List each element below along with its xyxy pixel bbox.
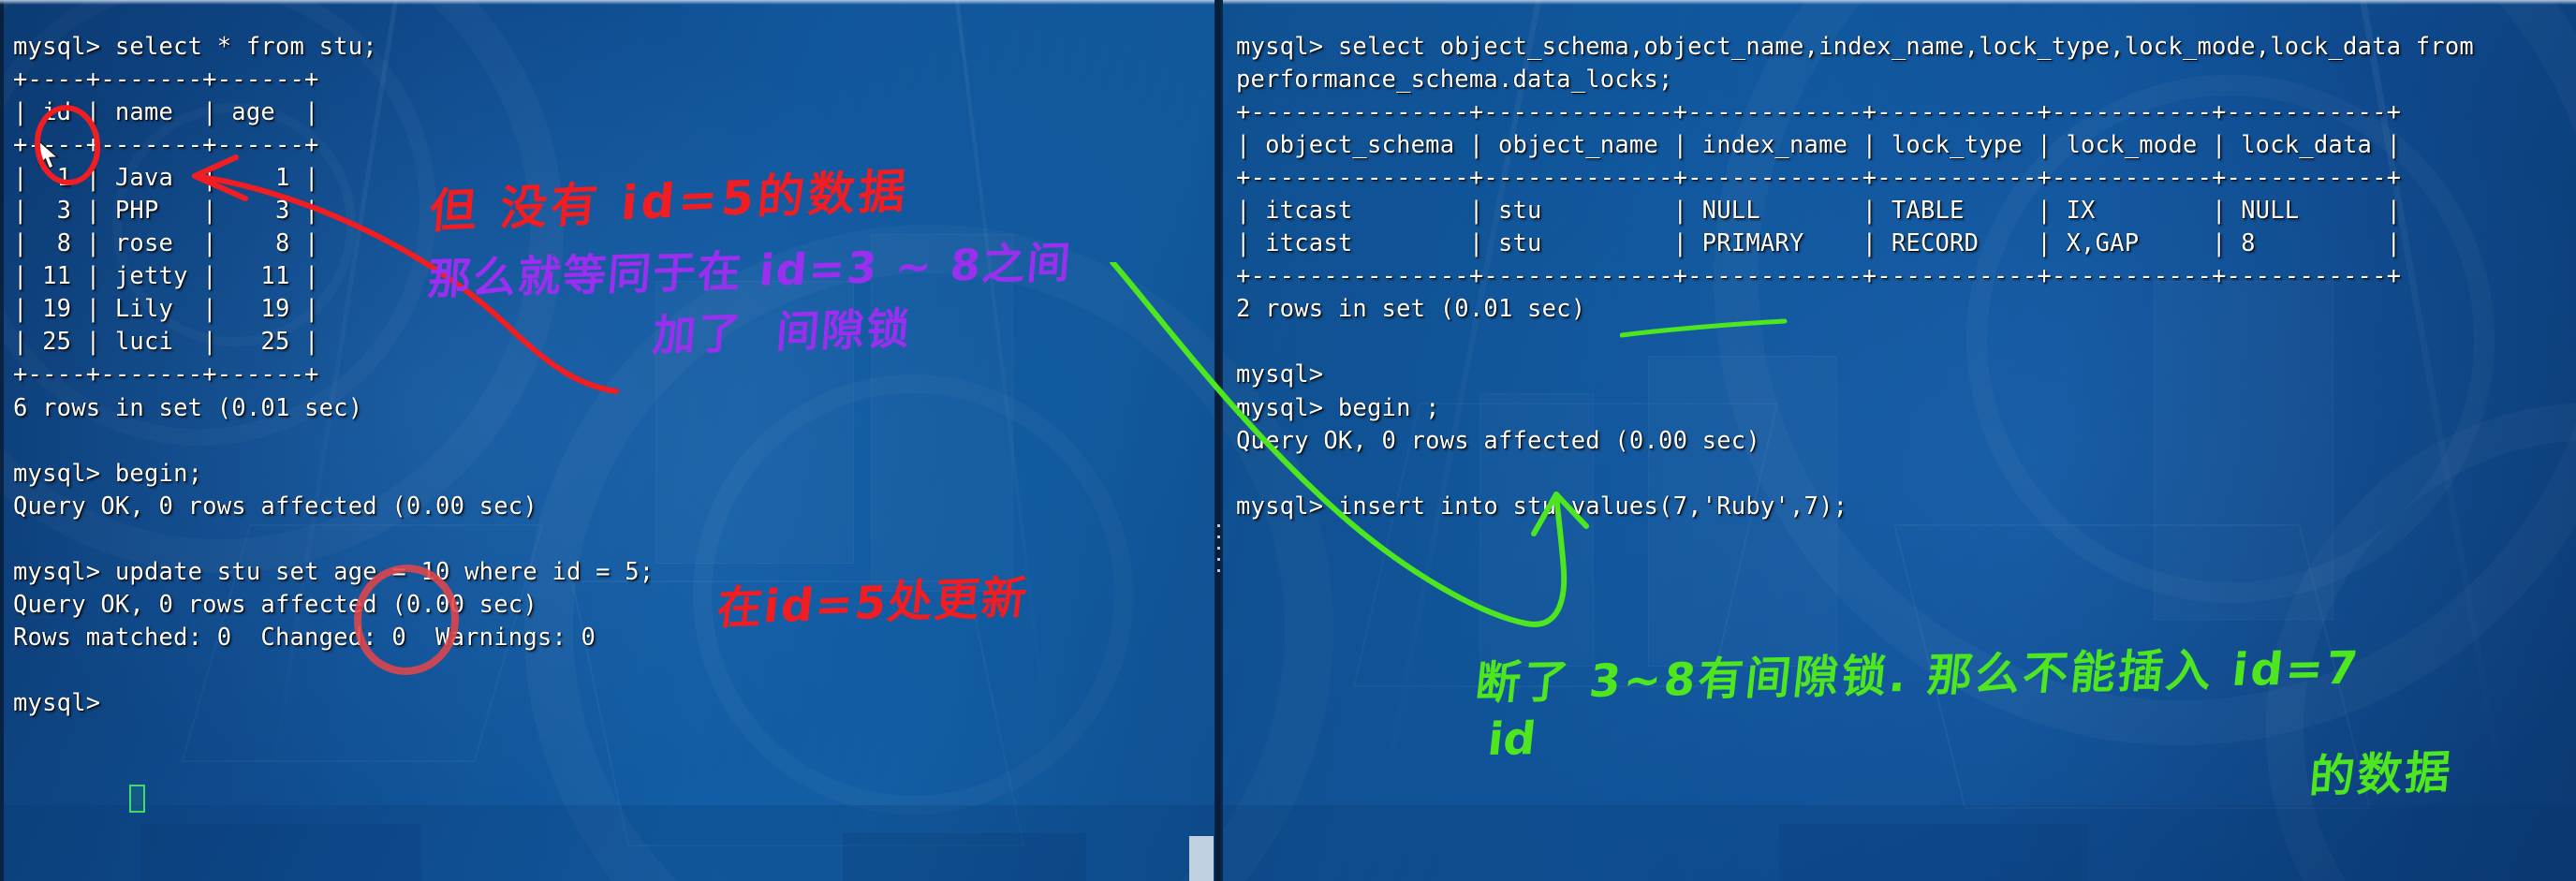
- taskbar-nub: [1189, 836, 1214, 881]
- pane-divider[interactable]: [1214, 0, 1223, 881]
- screen: mysql> select * from stu; +----+-------+…: [0, 0, 2576, 881]
- pane-left-edge: [0, 0, 4, 881]
- terminal-output-right[interactable]: mysql> select object_schema,object_name,…: [1236, 31, 2474, 523]
- mouse-pointer-icon: [38, 140, 60, 169]
- terminal-pane-right[interactable]: mysql> select object_schema,object_name,…: [1223, 0, 2576, 881]
- pane-title-highlight-right: [1223, 0, 2576, 5]
- pane-title-highlight-left: [0, 0, 1214, 5]
- pane-divider-grip[interactable]: [1217, 524, 1220, 579]
- terminal-pane-left[interactable]: mysql> select * from stu; +----+-------+…: [0, 0, 1214, 881]
- terminal-output-left[interactable]: mysql> select * from stu; +----+-------+…: [13, 31, 654, 721]
- terminal-cursor-left: [129, 785, 145, 813]
